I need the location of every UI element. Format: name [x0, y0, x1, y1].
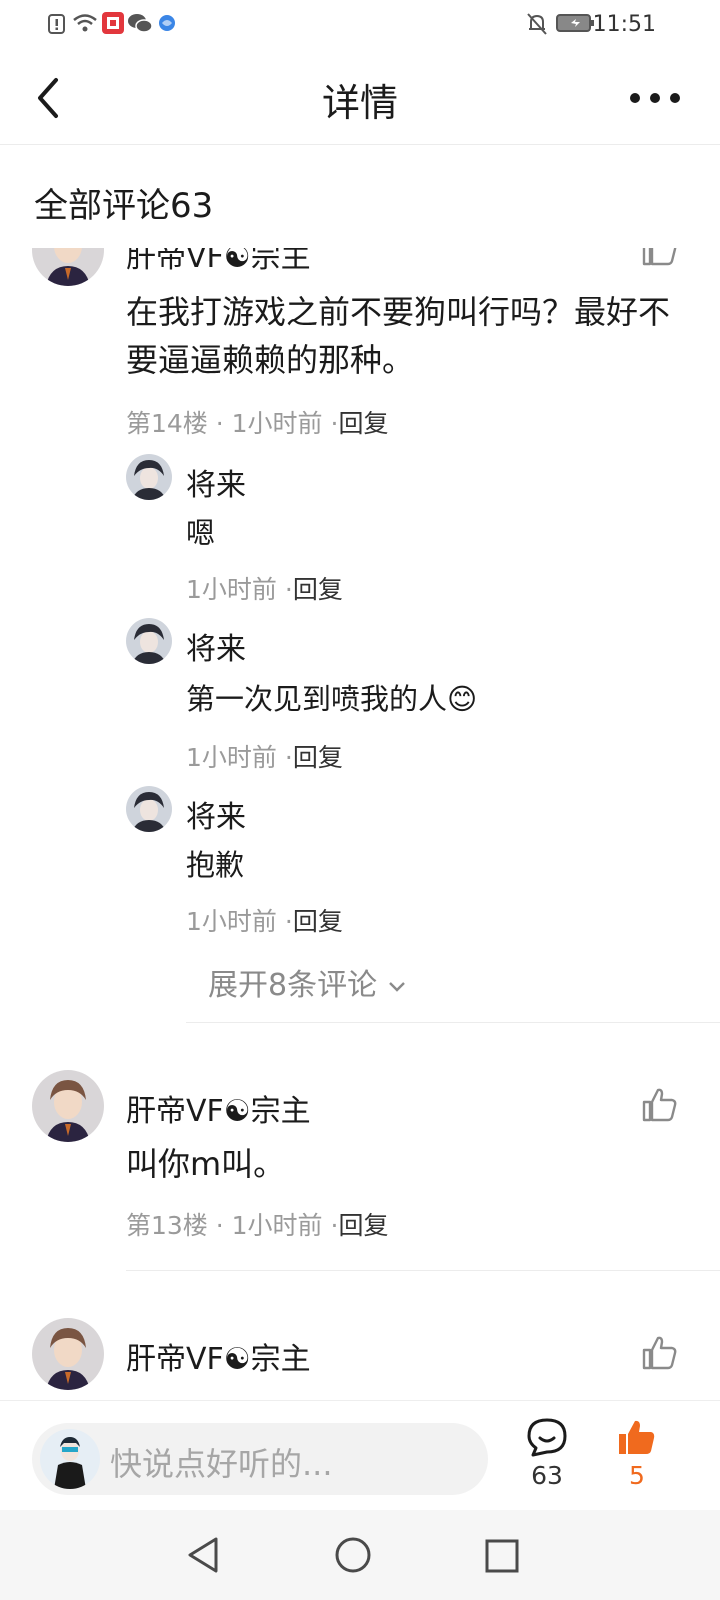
expand-replies-button[interactable]: 展开8条评论 [208, 960, 407, 1004]
reply-avatar[interactable] [126, 786, 172, 832]
comment-meta: 第13楼 · 1小时前 ·回复 [126, 1206, 388, 1242]
expand-replies-label: 展开8条评论 [208, 968, 378, 1003]
nav-recents-icon[interactable] [484, 1538, 520, 1574]
comment-input-placeholder: 快说点好听的... [110, 1445, 333, 1483]
comments-button[interactable]: 63 [512, 1417, 582, 1501]
comment-icon [527, 1418, 567, 1457]
alert-sim-icon [48, 14, 65, 34]
app-notification-icon [102, 12, 124, 34]
system-nav-bar [0, 1510, 720, 1600]
comment-meta: 第14楼 · 1小时前 ·回复 [126, 404, 388, 440]
like-icon[interactable] [640, 248, 680, 268]
battery-icon [556, 14, 594, 32]
like-post-button[interactable]: 5 [602, 1417, 672, 1501]
nav-home-icon[interactable] [334, 1536, 372, 1574]
reply-text: 第一次见到喷我的人😊 [186, 682, 478, 716]
comment-divider [126, 1270, 720, 1271]
avatar[interactable] [32, 1070, 104, 1142]
chevron-down-icon [388, 981, 405, 992]
comment-input[interactable]: 快说点好听的... [32, 1423, 488, 1495]
thumb-up-filled-icon [619, 1420, 655, 1454]
my-avatar [40, 1429, 100, 1489]
like-icon[interactable] [640, 1084, 680, 1124]
reply-avatar[interactable] [126, 618, 172, 664]
like-icon[interactable] [640, 1332, 680, 1372]
page-title: 详情 [321, 81, 398, 125]
reply-button[interactable]: 回复 [338, 1211, 388, 1240]
like-count: 5 [629, 1461, 645, 1490]
status-time: 11:51 [592, 12, 656, 37]
comment-username[interactable]: 肝帝VF☯宗主 [126, 1334, 311, 1378]
reply-username[interactable]: 将来 [186, 792, 246, 836]
reply-time: 1小时前 · [186, 743, 293, 772]
reply-text: 嗯 [186, 516, 216, 550]
reply-button[interactable]: 回复 [293, 743, 343, 772]
comment-username[interactable]: 肝帝VF☯宗主 [126, 1086, 311, 1130]
comment-floor-time: 第14楼 · 1小时前 · [126, 409, 339, 438]
reply-button[interactable]: 回复 [293, 907, 343, 936]
reply-username[interactable]: 将来 [186, 460, 246, 504]
wifi-icon [73, 14, 97, 32]
comment-username[interactable]: 肝帝VF☯宗主 [126, 248, 311, 276]
wechat-icon [128, 14, 152, 33]
reply-avatar[interactable] [126, 454, 172, 500]
reply-meta: 1小时前 ·回复 [186, 570, 343, 606]
comments-section-title: 全部评论63 [34, 186, 214, 226]
avatar[interactable] [32, 248, 104, 286]
reply-meta: 1小时前 ·回复 [186, 738, 343, 774]
reply-button[interactable]: 回复 [338, 409, 388, 438]
reply-meta: 1小时前 ·回复 [186, 902, 343, 938]
comment-input-bar: 快说点好听的... 63 5 [0, 1400, 720, 1509]
browser-icon [159, 15, 175, 31]
more-icon[interactable] [620, 84, 690, 112]
comment-floor-time: 第13楼 · 1小时前 · [126, 1211, 339, 1240]
mute-bell-icon [527, 13, 547, 35]
status-bar: 11:51 [0, 0, 720, 48]
comment-list[interactable]: 肝帝VF☯宗主 在我打游戏之前不要狗叫行吗？最好不要逼逼赖赖的那种。 第14楼 … [0, 248, 720, 1400]
reply-time: 1小时前 · [186, 575, 293, 604]
reply-time: 1小时前 · [186, 907, 293, 936]
reply-text: 抱歉 [186, 848, 245, 882]
reply-username[interactable]: 将来 [186, 624, 246, 668]
comment-text: 叫你m叫。 [126, 1145, 286, 1183]
reply-button[interactable]: 回复 [293, 575, 343, 604]
avatar[interactable] [32, 1318, 104, 1390]
comment-text: 在我打游戏之前不要狗叫行吗？最好不要逼逼赖赖的那种。 [126, 293, 671, 379]
nav-back-icon[interactable] [186, 1536, 222, 1574]
top-app-bar: 详情 [0, 48, 720, 145]
comment-divider [186, 1022, 720, 1023]
comment-count: 63 [531, 1461, 563, 1490]
